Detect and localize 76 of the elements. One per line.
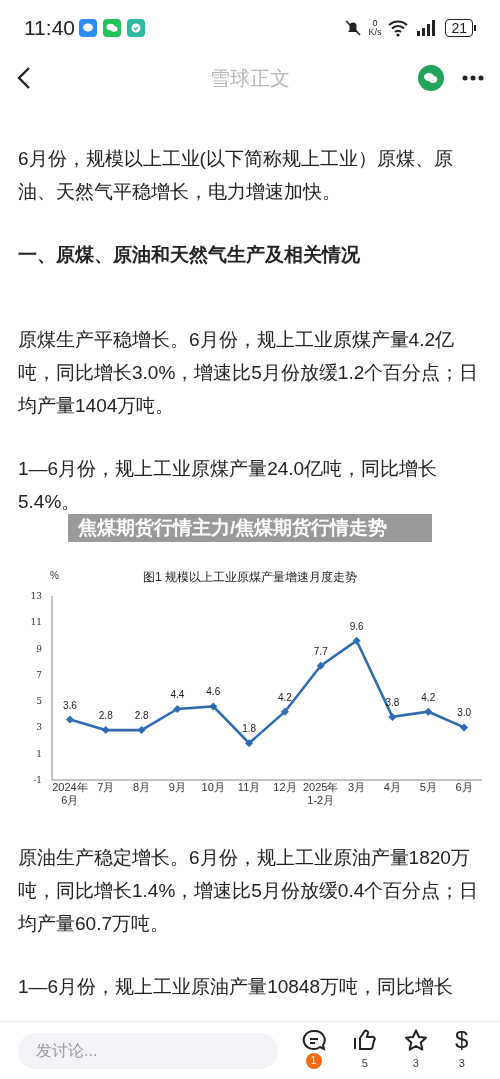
- data-point: [280, 707, 289, 716]
- data-point: [352, 636, 361, 645]
- x-tick-label: 8月: [132, 781, 152, 795]
- reward-symbol[interactable]: $: [455, 1029, 469, 1052]
- data-label: 4.2: [277, 691, 292, 703]
- paragraph: 1—6月份，规上工业原油产量10848万吨，同比增长: [18, 975, 454, 999]
- data-label: 3.8: [385, 696, 400, 708]
- battery-icon: 21: [445, 19, 476, 37]
- data-label: 9.6: [349, 620, 364, 632]
- data-point: [101, 726, 110, 735]
- message-app-icon: [79, 19, 97, 37]
- back-icon[interactable]: [16, 66, 32, 90]
- comment-field[interactable]: 发讨论...: [18, 1032, 278, 1069]
- network-speed-unit: K/s: [368, 28, 382, 37]
- paragraph: 原油生产稳定增长。6月份，规上工业原油产量1820万吨，同比增长1.4%，增速比5月份放缓0.4个百分点；日均产量60.7万吨。: [18, 846, 480, 936]
- shield-app-icon: [127, 19, 145, 37]
- data-label: 2.8: [134, 710, 149, 722]
- reward-count: 3: [458, 1056, 465, 1072]
- data-point: [388, 712, 397, 721]
- network-speed-value: 0: [372, 19, 378, 28]
- wifi-icon: [387, 19, 410, 37]
- paragraph: 6月份，规模以上工业(以下简称规上工业）原煤、原油、天然气平稳增长，电力增速加快。: [18, 147, 454, 204]
- axis-unit: %: [50, 569, 59, 583]
- y-tick-label: 7: [36, 669, 42, 680]
- x-tick-label: 12月: [272, 781, 298, 795]
- chat-app-icon: [103, 19, 121, 37]
- favorite-count: 3: [412, 1056, 419, 1072]
- data-point: [245, 739, 254, 748]
- data-label: 4.4: [170, 689, 185, 701]
- data-point: [424, 707, 433, 716]
- y-tick-label: 5: [36, 696, 42, 707]
- like-count: 5: [361, 1056, 368, 1072]
- x-tick-label: 3月: [347, 781, 367, 795]
- x-tick-label: 7月: [96, 781, 116, 795]
- paragraph: 1—6月份，规上工业原煤产量24.0亿吨，同比增长5.4%。: [18, 457, 439, 514]
- data-label: 2.8: [98, 710, 113, 722]
- data-point: [173, 705, 182, 714]
- x-tick-label: 4月: [382, 781, 402, 795]
- data-label: 3.6: [62, 699, 77, 711]
- y-tick-label: 13: [30, 591, 42, 601]
- signal-icon: [417, 20, 438, 36]
- article-banner: 焦煤期货行情主力/焦煤期货行情走势: [68, 514, 432, 542]
- x-tick-label: 11月: [236, 781, 262, 795]
- y-tick-label: 3: [36, 722, 42, 733]
- data-label: 3.0: [457, 707, 472, 719]
- data-point: [65, 715, 74, 724]
- share-chat-icon[interactable]: [418, 65, 444, 91]
- x-tick-label: 9月: [167, 781, 187, 795]
- data-label: 4.6: [206, 686, 221, 698]
- data-point: [460, 723, 469, 732]
- page-title: 雪球正文: [210, 66, 290, 91]
- data-label: 4.2: [421, 691, 436, 703]
- y-tick-label: 1: [36, 748, 42, 759]
- data-point: [137, 726, 146, 735]
- data-label: 1.8: [242, 723, 257, 735]
- data-point: [209, 702, 218, 711]
- x-tick-label: 5月: [418, 781, 438, 795]
- x-tick-label: 2025年1-2月: [301, 781, 340, 807]
- section-heading: 一、原煤、原油和天然气生产及相关情况: [18, 243, 361, 267]
- paragraph: 原煤生产平稳增长。6月份，规上工业原煤产量4.2亿吨，同比增长3.0%，增速比5月份放缓1.2个百分点；日均产量1404万吨。: [18, 328, 480, 418]
- comment-icon[interactable]: [301, 1029, 326, 1052]
- x-tick-label: 10月: [200, 781, 226, 795]
- thumbs-up-icon[interactable]: [352, 1029, 377, 1052]
- data-label: 7.7: [313, 645, 328, 657]
- chart-title: 图1 规模以上工业原煤产量增速月度走势: [143, 570, 357, 584]
- comment-count-badge: 1: [305, 1053, 322, 1070]
- more-icon[interactable]: [462, 75, 484, 81]
- x-tick-label: 6月: [454, 781, 474, 795]
- bell-off-icon: [344, 19, 363, 37]
- data-point: [316, 661, 325, 670]
- status-time: 11:40: [24, 15, 75, 42]
- y-tick-label: 11: [30, 617, 42, 628]
- star-icon[interactable]: [403, 1029, 428, 1052]
- y-tick-label: 9: [36, 643, 42, 654]
- y-tick-label: -1: [33, 775, 42, 785]
- x-tick-label: 2024年6月: [51, 781, 89, 807]
